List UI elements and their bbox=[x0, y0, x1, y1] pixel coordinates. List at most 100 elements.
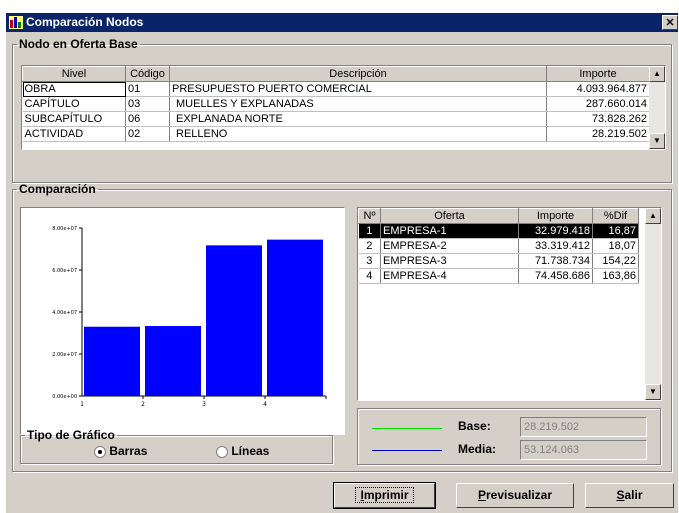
cell-importe[interactable]: 71.738.734 bbox=[518, 253, 593, 269]
scroll-down-icon[interactable]: ▼ bbox=[645, 384, 661, 400]
cell-num[interactable]: 1 bbox=[358, 223, 381, 239]
cell-codigo[interactable]: 06 bbox=[125, 111, 170, 127]
previsualizar-button[interactable]: Previsualizar bbox=[456, 483, 574, 508]
y-tick-label: 0.00e+00 bbox=[52, 394, 77, 400]
cell-dif[interactable]: 18,07 bbox=[592, 238, 639, 254]
bar-chart: 0.00e+00 2.00e+07 4.00e+07 6.00e+07 8.00e+07… bbox=[20, 207, 345, 435]
col-descripcion[interactable]: Descripción bbox=[169, 66, 547, 82]
cell-codigo[interactable]: 03 bbox=[125, 96, 170, 112]
cell-nivel[interactable]: ACTIVIDAD bbox=[22, 126, 126, 142]
base-line-swatch bbox=[372, 428, 442, 429]
bar bbox=[84, 326, 140, 396]
imprimir-button[interactable]: Imprimir bbox=[333, 482, 436, 509]
col-codigo[interactable]: Código bbox=[125, 66, 170, 82]
col-num[interactable]: Nº bbox=[358, 208, 381, 224]
col-nivel[interactable]: Nivel bbox=[22, 66, 126, 82]
comparacion-scrollbar[interactable]: ▲ ▼ bbox=[645, 208, 661, 400]
cell-oferta[interactable]: EMPRESA-4 bbox=[380, 268, 519, 284]
media-field[interactable]: 53.124.063 bbox=[520, 440, 647, 460]
cell-nivel[interactable]: CAPÍTULO bbox=[22, 96, 126, 112]
cell-num[interactable]: 3 bbox=[358, 253, 381, 269]
nodo-scrollbar[interactable]: ▲ ▼ bbox=[649, 66, 665, 149]
nodo-grid[interactable]: Nivel Código Descripción Importe OBRA 01… bbox=[21, 65, 666, 150]
cell-num[interactable]: 2 bbox=[358, 238, 381, 254]
nodo-legend: Nodo en Oferta Base bbox=[19, 37, 138, 51]
previsualizar-mnemonic: P bbox=[477, 488, 486, 502]
y-tick-label: 4.00e+07 bbox=[52, 310, 77, 316]
cell-importe[interactable]: 74.458.686 bbox=[518, 268, 593, 284]
cell-importe[interactable]: 287.660.014 bbox=[546, 96, 650, 112]
radio-lineas-icon[interactable] bbox=[216, 445, 228, 458]
scroll-up-icon[interactable]: ▲ bbox=[645, 208, 661, 224]
nodo-table: Nivel Código Descripción Importe OBRA 01… bbox=[22, 66, 650, 142]
tipo-grafico-group: Tipo de Gráfico bbox=[20, 428, 333, 464]
cell-dif[interactable]: 154,22 bbox=[592, 253, 639, 269]
table-row[interactable]: OBRA 01 PRESUPUESTO PUERTO COMERCIAL 4.0… bbox=[22, 81, 650, 97]
col-importe[interactable]: Importe bbox=[518, 208, 593, 224]
base-label: Base: bbox=[458, 419, 491, 433]
scroll-down-icon[interactable]: ▼ bbox=[649, 133, 665, 149]
cell-oferta[interactable]: EMPRESA-3 bbox=[380, 253, 519, 269]
cell-importe[interactable]: 28.219.502 bbox=[546, 126, 650, 142]
cell-importe[interactable]: 73.828.262 bbox=[546, 111, 650, 127]
cell-importe[interactable]: 4.093.964.877 bbox=[546, 81, 650, 97]
comparacion-table: Nº Oferta Importe %Dif 1 EMPRESA-1 32.97… bbox=[358, 208, 639, 284]
table-row-selected[interactable]: 1 EMPRESA-1 32.979.418 16,87 bbox=[358, 223, 639, 239]
comparacion-legend: Comparación bbox=[19, 182, 96, 196]
salir-label: alir bbox=[624, 488, 643, 502]
cell-dif[interactable]: 16,87 bbox=[592, 223, 639, 239]
table-row[interactable]: 2 EMPRESA-2 33.319.412 18,07 bbox=[358, 238, 639, 254]
x-tick-label: 4 bbox=[263, 401, 267, 408]
tipo-grafico-legend: Tipo de Gráfico bbox=[27, 428, 115, 442]
cell-descripcion[interactable]: MUELLES Y EXPLANADAS bbox=[169, 96, 547, 112]
x-tick-label: 3 bbox=[202, 401, 206, 408]
table-row[interactable]: SUBCAPÍTULO 06 EXPLANADA NORTE 73.828.26… bbox=[22, 111, 650, 127]
radio-lineas[interactable]: Líneas bbox=[216, 444, 269, 458]
salir-mnemonic: S bbox=[616, 488, 625, 502]
col-importe[interactable]: Importe bbox=[546, 66, 650, 82]
col-oferta[interactable]: Oferta bbox=[380, 208, 519, 224]
window-title: Comparación Nodos bbox=[26, 15, 144, 29]
y-tick-label: 8.00e+07 bbox=[52, 226, 77, 232]
bar bbox=[145, 326, 201, 396]
media-label: Media: bbox=[458, 442, 497, 456]
radio-barras[interactable]: Barras bbox=[94, 444, 147, 458]
cell-descripcion[interactable]: PRESUPUESTO PUERTO COMERCIAL bbox=[169, 81, 547, 97]
nodo-header-row: Nivel Código Descripción Importe bbox=[22, 66, 650, 82]
radio-barras-label: Barras bbox=[109, 444, 148, 458]
cell-codigo[interactable]: 01 bbox=[125, 81, 170, 97]
cell-oferta[interactable]: EMPRESA-1 bbox=[380, 223, 519, 239]
table-row[interactable]: 3 EMPRESA-3 71.738.734 154,22 bbox=[358, 253, 639, 269]
x-tick-label: 2 bbox=[141, 401, 145, 408]
cell-nivel[interactable]: OBRA bbox=[22, 81, 126, 97]
comparacion-grid[interactable]: Nº Oferta Importe %Dif 1 EMPRESA-1 32.97… bbox=[357, 207, 662, 401]
cell-importe[interactable]: 32.979.418 bbox=[518, 223, 593, 239]
table-row[interactable]: 4 EMPRESA-4 74.458.686 163,86 bbox=[358, 268, 639, 284]
salir-button[interactable]: Salir bbox=[585, 483, 674, 508]
cell-num[interactable]: 4 bbox=[358, 268, 381, 284]
title-bar[interactable]: Comparación Nodos ✕ bbox=[6, 13, 678, 32]
cell-oferta[interactable]: EMPRESA-2 bbox=[380, 238, 519, 254]
y-tick-label: 6.00e+07 bbox=[52, 268, 77, 274]
cell-codigo[interactable]: 02 bbox=[125, 126, 170, 142]
table-row[interactable]: CAPÍTULO 03 MUELLES Y EXPLANADAS 287.660… bbox=[22, 96, 650, 112]
x-tick-label: 1 bbox=[80, 401, 84, 408]
cell-importe[interactable]: 33.319.412 bbox=[518, 238, 593, 254]
cell-dif[interactable]: 163,86 bbox=[592, 268, 639, 284]
comparacion-nodos-window: Comparación Nodos ✕ Nodo en Oferta Base … bbox=[0, 0, 679, 513]
cell-descripcion[interactable]: EXPLANADA NORTE bbox=[169, 111, 547, 127]
bar bbox=[206, 245, 262, 396]
close-icon[interactable]: ✕ bbox=[662, 15, 678, 30]
bar bbox=[267, 239, 323, 396]
scroll-up-icon[interactable]: ▲ bbox=[649, 66, 665, 82]
y-tick-label: 2.00e+07 bbox=[52, 352, 77, 358]
app-icon bbox=[9, 16, 23, 29]
table-row[interactable]: ACTIVIDAD 02 RELLENO 28.219.502 bbox=[22, 126, 650, 142]
comparacion-header-row: Nº Oferta Importe %Dif bbox=[358, 208, 639, 224]
base-field[interactable]: 28.219.502 bbox=[520, 417, 647, 437]
radio-lineas-label: Líneas bbox=[231, 444, 270, 458]
cell-nivel[interactable]: SUBCAPÍTULO bbox=[22, 111, 126, 127]
radio-barras-icon[interactable] bbox=[94, 445, 106, 458]
cell-descripcion[interactable]: RELLENO bbox=[169, 126, 547, 142]
col-dif[interactable]: %Dif bbox=[592, 208, 639, 224]
